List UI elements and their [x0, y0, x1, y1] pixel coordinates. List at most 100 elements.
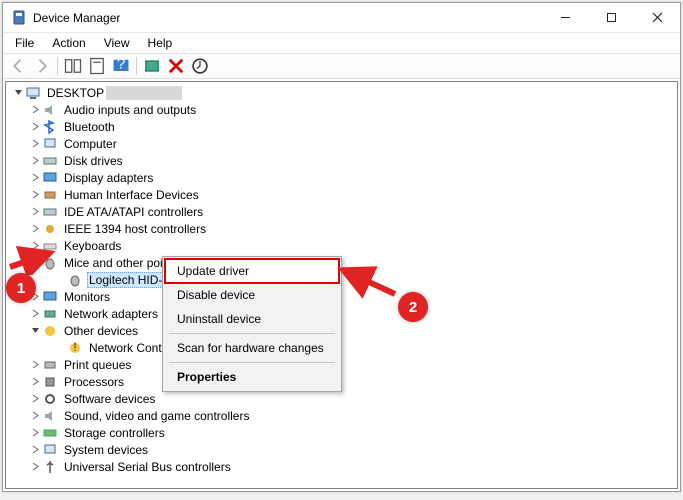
tree-label: Universal Serial Bus controllers: [62, 459, 233, 475]
titlebar: Device Manager: [3, 3, 680, 33]
tree-node-computer[interactable]: Computer: [10, 135, 673, 152]
ctx-disable-device[interactable]: Disable device: [165, 283, 339, 307]
tree-node-storage[interactable]: Storage controllers: [10, 424, 673, 441]
chevron-right-icon[interactable]: [29, 139, 41, 148]
tree-label: Display adapters: [62, 170, 155, 186]
tree-label: Disk drives: [62, 153, 125, 169]
ctx-separator: [169, 333, 335, 334]
firewire-icon: [42, 221, 58, 237]
show-hidden-button[interactable]: [62, 55, 84, 77]
chevron-right-icon[interactable]: [29, 105, 41, 114]
tree-label: Other devices: [62, 323, 140, 339]
computer-icon: [25, 85, 41, 101]
ctx-uninstall-device[interactable]: Uninstall device: [165, 307, 339, 331]
menu-view[interactable]: View: [96, 34, 138, 52]
toolbar-separator: [136, 57, 137, 75]
ctx-update-driver[interactable]: Update driver: [165, 259, 339, 283]
chevron-right-icon[interactable]: [29, 394, 41, 403]
redacted-text: XXXXXX: [106, 86, 182, 100]
ide-icon: [42, 204, 58, 220]
menubar: File Action View Help: [3, 33, 680, 53]
tree-node-display[interactable]: Display adapters: [10, 169, 673, 186]
speaker-icon: [42, 102, 58, 118]
tree-node-sound[interactable]: Sound, video and game controllers: [10, 407, 673, 424]
menu-action[interactable]: Action: [44, 34, 93, 52]
chip-icon: [42, 374, 58, 390]
chevron-right-icon[interactable]: [29, 190, 41, 199]
ctx-scan-hardware[interactable]: Scan for hardware changes: [165, 336, 339, 360]
tree-label: IDE ATA/ATAPI controllers: [62, 204, 205, 220]
svg-text:!: !: [73, 340, 76, 354]
maximize-button[interactable]: [588, 3, 634, 33]
gear-icon: [42, 391, 58, 407]
ctx-properties[interactable]: Properties: [165, 365, 339, 389]
tree-label: IEEE 1394 host controllers: [62, 221, 208, 237]
network-icon: [42, 306, 58, 322]
chevron-right-icon[interactable]: [29, 122, 41, 131]
device-manager-window: Device Manager File Action View Help ? D…: [2, 2, 681, 492]
help-button[interactable]: ?: [110, 55, 132, 77]
minimize-button[interactable]: [542, 3, 588, 33]
tree-label: Human Interface Devices: [62, 187, 201, 203]
tree-node-audio[interactable]: Audio inputs and outputs: [10, 101, 673, 118]
chevron-right-icon[interactable]: [29, 411, 41, 420]
warning-icon: !: [67, 340, 83, 356]
window-title: Device Manager: [33, 11, 542, 25]
tree-label: Storage controllers: [62, 425, 167, 441]
chevron-down-icon[interactable]: [29, 326, 41, 335]
menu-file[interactable]: File: [7, 34, 42, 52]
update-button[interactable]: [189, 55, 211, 77]
tree-node-usb[interactable]: Universal Serial Bus controllers: [10, 458, 673, 475]
disk-icon: [42, 153, 58, 169]
chevron-right-icon[interactable]: [29, 224, 41, 233]
tree-label: Audio inputs and outputs: [62, 102, 198, 118]
properties-button[interactable]: [86, 55, 108, 77]
toolbar-separator: [57, 57, 58, 75]
chevron-right-icon[interactable]: [29, 462, 41, 471]
tree-label: System devices: [62, 442, 150, 458]
speaker-icon: [42, 408, 58, 424]
annotation-badge-2: 2: [398, 292, 428, 322]
tree-node-ide[interactable]: IDE ATA/ATAPI controllers: [10, 203, 673, 220]
chevron-right-icon[interactable]: [29, 360, 41, 369]
chevron-right-icon[interactable]: [29, 156, 41, 165]
storage-icon: [42, 425, 58, 441]
tree-node-keyboard[interactable]: Keyboards: [10, 237, 673, 254]
chevron-right-icon[interactable]: [29, 428, 41, 437]
unknown-icon: [42, 323, 58, 339]
tree-label: Bluetooth: [62, 119, 117, 135]
hid-icon: [42, 187, 58, 203]
tree-label: Computer: [62, 136, 119, 152]
chevron-down-icon[interactable]: [12, 88, 24, 97]
scan-button[interactable]: [141, 55, 163, 77]
chevron-right-icon[interactable]: [29, 445, 41, 454]
annotation-badge-1: 1: [6, 273, 36, 303]
forward-button: [31, 55, 53, 77]
chevron-right-icon[interactable]: [29, 309, 41, 318]
pc-icon: [42, 442, 58, 458]
tree-node-disk[interactable]: Disk drives: [10, 152, 673, 169]
tree-node-software[interactable]: Software devices: [10, 390, 673, 407]
chevron-right-icon[interactable]: [29, 207, 41, 216]
printer-icon: [42, 357, 58, 373]
mouse-icon: [67, 272, 83, 288]
monitor-icon: [42, 289, 58, 305]
tree-node-ieee[interactable]: IEEE 1394 host controllers: [10, 220, 673, 237]
close-button[interactable]: [634, 3, 680, 33]
chevron-right-icon[interactable]: [29, 173, 41, 182]
tree-label: Keyboards: [62, 238, 123, 254]
tree-node-system[interactable]: System devices: [10, 441, 673, 458]
tree-node-bluetooth[interactable]: Bluetooth: [10, 118, 673, 135]
bluetooth-icon: [42, 119, 58, 135]
toolbar: ?: [3, 53, 680, 79]
tree-label: Software devices: [62, 391, 157, 407]
tree-root[interactable]: DESKTOPXXXXXX: [10, 84, 673, 101]
uninstall-button[interactable]: [165, 55, 187, 77]
tree-node-hid[interactable]: Human Interface Devices: [10, 186, 673, 203]
chevron-right-icon[interactable]: [29, 377, 41, 386]
tree-label: Processors: [62, 374, 126, 390]
pc-icon: [42, 136, 58, 152]
back-button: [7, 55, 29, 77]
annotation-arrow-2: [333, 262, 403, 302]
menu-help[interactable]: Help: [140, 34, 181, 52]
